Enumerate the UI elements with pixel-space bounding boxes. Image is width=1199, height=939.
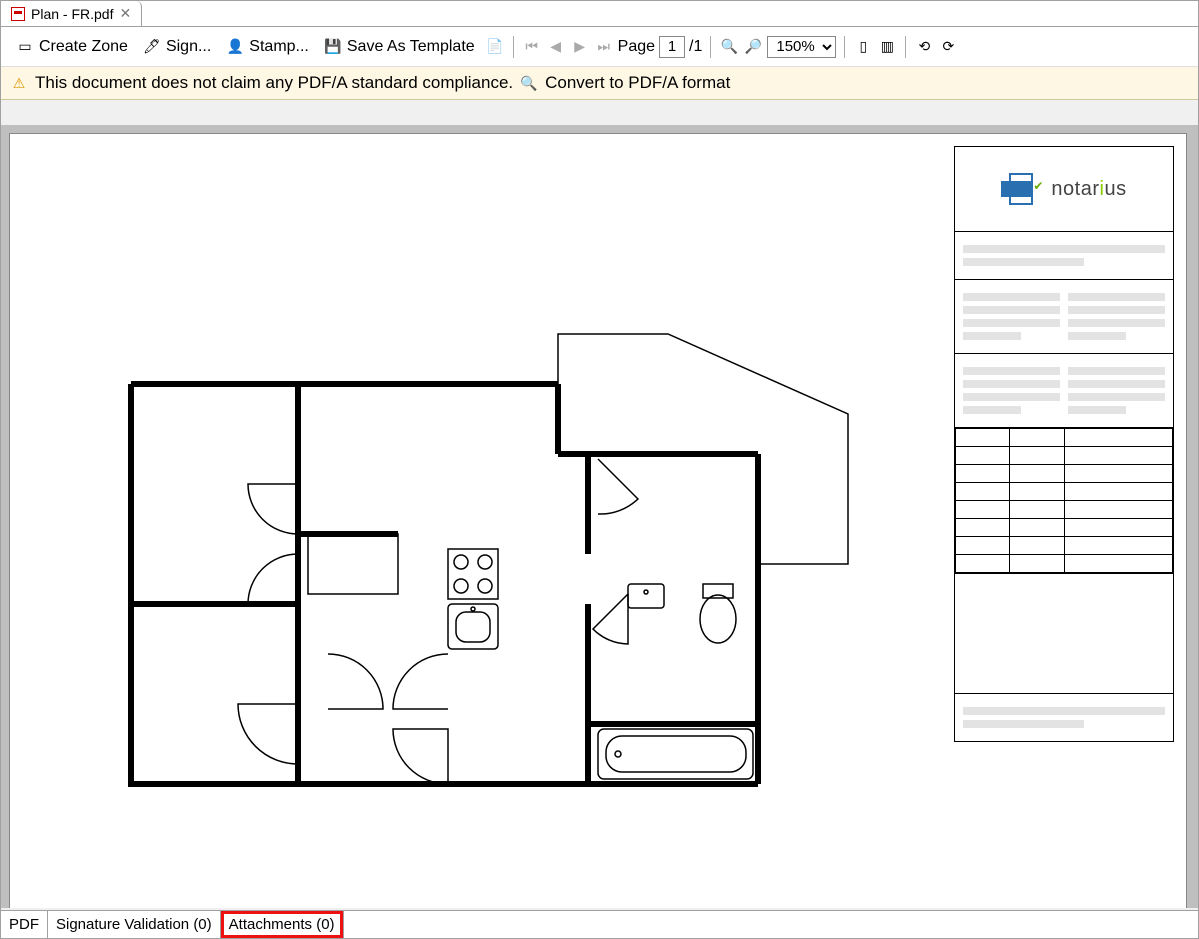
blank-page-button[interactable]: 📄: [485, 37, 505, 57]
next-icon: ▶: [572, 39, 588, 55]
compliance-banner: ⚠ This document does not claim any PDF/A…: [1, 67, 1198, 100]
bottom-panel-tabs: PDF Signature Validation (0) Attachments…: [1, 910, 1198, 938]
page-number-input[interactable]: [659, 36, 685, 58]
close-tab-icon[interactable]: ✕: [119, 5, 131, 22]
prev-icon: ◀: [548, 39, 564, 55]
zoom-in-button[interactable]: 🔎: [743, 37, 763, 57]
sign-icon: 🖊: [144, 39, 160, 55]
title-block-stamp-area: [955, 573, 1173, 693]
page-label: Page: [618, 38, 655, 56]
convert-pdfa-link[interactable]: Convert to PDF/A format: [545, 73, 730, 93]
file-tab-label: Plan - FR.pdf: [31, 6, 113, 22]
document-page: ✔ notarius: [9, 133, 1187, 908]
stamp-icon: 👤: [227, 39, 243, 55]
title-block: ✔ notarius: [954, 146, 1174, 742]
last-icon: ⏭: [596, 39, 612, 55]
notarius-logo-text: notarius: [1051, 178, 1126, 201]
sign-button[interactable]: 🖊 Sign...: [138, 36, 217, 58]
first-icon: ⏮: [524, 39, 540, 55]
fit-page-icon: ▯: [855, 39, 871, 55]
fit-width-button[interactable]: ▥: [877, 37, 897, 57]
last-page-button[interactable]: ⏭: [594, 37, 614, 57]
zoom-out-icon: 🔍: [721, 39, 737, 55]
document-viewer[interactable]: ✔ notarius: [1, 125, 1198, 908]
tab-attachments[interactable]: Attachments (0): [221, 911, 344, 938]
first-page-button[interactable]: ⏮: [522, 37, 542, 57]
fit-width-icon: ▥: [879, 39, 895, 55]
pdf-icon: [11, 7, 25, 21]
floor-plan-drawing: [128, 324, 868, 804]
rotate-right-icon: ⟳: [940, 39, 956, 55]
warning-icon: ⚠: [11, 75, 27, 91]
convert-icon: 🔍: [521, 75, 537, 91]
page-total: /1: [689, 38, 702, 56]
zoom-select[interactable]: 150%: [767, 36, 836, 58]
next-page-button[interactable]: ▶: [570, 37, 590, 57]
zoom-out-button[interactable]: 🔍: [719, 37, 739, 57]
divider: [905, 36, 906, 58]
title-block-revisions: [955, 427, 1173, 573]
toolbar: ▭ Create Zone 🖊 Sign... 👤 Stamp... 💾 Sav…: [1, 27, 1198, 67]
save-template-button[interactable]: 💾 Save As Template: [319, 36, 481, 58]
divider: [844, 36, 845, 58]
divider: [513, 36, 514, 58]
title-block-header: [955, 231, 1173, 279]
title-block-footer: [955, 693, 1173, 741]
rotate-right-button[interactable]: ⟳: [938, 37, 958, 57]
title-block-info-2: [955, 353, 1173, 427]
tab-pdf[interactable]: PDF: [1, 911, 48, 938]
rotate-left-icon: ⟲: [916, 39, 932, 55]
title-block-logo: ✔ notarius: [955, 147, 1173, 231]
divider: [710, 36, 711, 58]
notarius-logo-icon: ✔: [1001, 173, 1041, 205]
zoom-in-icon: 🔎: [745, 39, 761, 55]
prev-page-button[interactable]: ◀: [546, 37, 566, 57]
rotate-left-button[interactable]: ⟲: [914, 37, 934, 57]
create-zone-button[interactable]: ▭ Create Zone: [11, 36, 134, 58]
save-icon: 💾: [325, 39, 341, 55]
fit-page-button[interactable]: ▯: [853, 37, 873, 57]
tab-signature-validation[interactable]: Signature Validation (0): [48, 911, 221, 938]
page-icon: 📄: [487, 39, 503, 55]
title-block-info-1: [955, 279, 1173, 353]
stamp-button[interactable]: 👤 Stamp...: [221, 36, 315, 58]
compliance-message: This document does not claim any PDF/A s…: [35, 73, 513, 93]
zone-icon: ▭: [17, 39, 33, 55]
file-tab[interactable]: Plan - FR.pdf ✕: [1, 1, 142, 26]
document-tabs: Plan - FR.pdf ✕: [1, 1, 1198, 27]
